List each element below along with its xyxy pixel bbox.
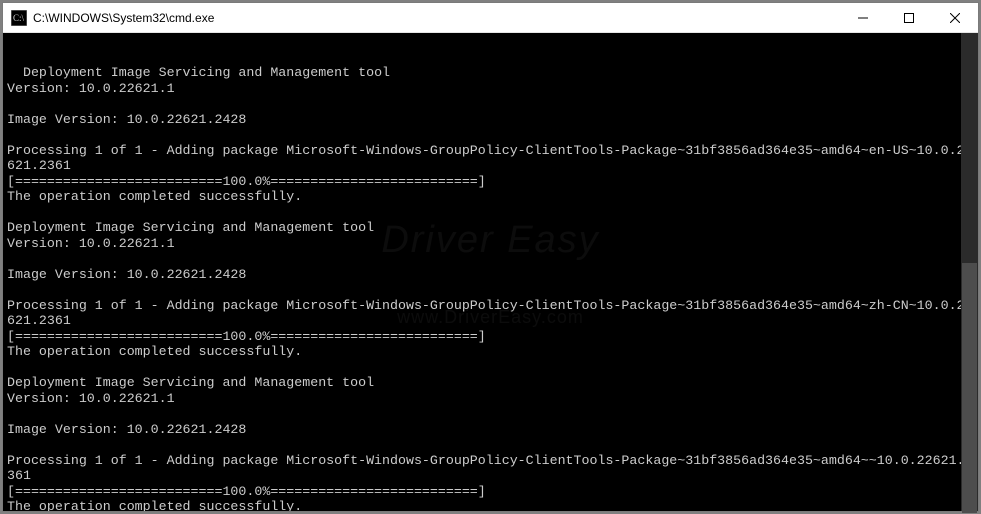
cmd-icon: C:\ <box>11 10 27 26</box>
watermark-line2: www.DriverEasy.com <box>381 305 599 330</box>
watermark: Driver Easy www.DriverEasy.com <box>381 177 599 367</box>
titlebar[interactable]: C:\ C:\WINDOWS\System32\cmd.exe <box>3 3 978 33</box>
cmd-window: C:\ C:\WINDOWS\System32\cmd.exe Driver E… <box>2 2 979 512</box>
scrollbar[interactable] <box>961 33 978 511</box>
scrollbar-thumb[interactable] <box>962 263 977 513</box>
window-controls <box>840 3 978 32</box>
maximize-button[interactable] <box>886 3 932 32</box>
minimize-button[interactable] <box>840 3 886 32</box>
svg-text:C:\: C:\ <box>13 13 25 23</box>
watermark-line1: Driver Easy <box>381 214 599 267</box>
window-title: C:\WINDOWS\System32\cmd.exe <box>33 11 840 25</box>
console-output[interactable]: Driver Easy www.DriverEasy.com Deploymen… <box>3 33 978 511</box>
close-button[interactable] <box>932 3 978 32</box>
